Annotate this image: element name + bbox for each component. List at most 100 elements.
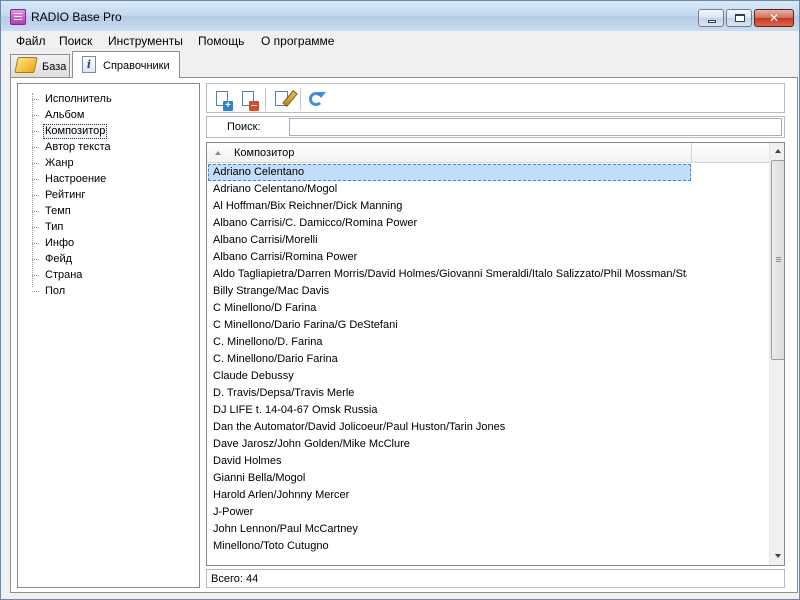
composer-cell: David Holmes (213, 455, 282, 467)
menu-search[interactable]: Поиск (59, 34, 92, 48)
tree-connector (32, 99, 39, 100)
tree-connector (32, 291, 39, 292)
close-button[interactable]: ✕ (754, 9, 794, 27)
maximize-button[interactable] (726, 9, 752, 27)
composer-cell: C. Minellono/Dario Farina (213, 353, 338, 365)
vertical-scrollbar[interactable] (769, 143, 784, 565)
minimize-button[interactable] (698, 9, 724, 27)
tree-guide-line (32, 93, 33, 287)
record-count: Всего: 44 (211, 573, 259, 585)
table-row[interactable]: Harold Arlen/Johnny Mercer (207, 487, 769, 504)
window-title: RADIO Base Pro (31, 10, 122, 24)
tab-base-label: База (42, 61, 67, 73)
table-row[interactable]: David Holmes (207, 453, 769, 470)
grid-header[interactable]: Композитор (207, 143, 769, 163)
column-separator[interactable] (691, 143, 692, 163)
database-icon (14, 57, 38, 73)
reference-tree[interactable]: Исполнитель Альбом Композитор Автор текста Ж… (17, 83, 200, 588)
composer-cell: J-Power (213, 506, 254, 518)
table-row[interactable]: John Lennon/Paul McCartney (207, 521, 769, 538)
add-record-icon (216, 91, 233, 111)
close-icon: ✕ (768, 11, 780, 25)
minimize-icon (708, 20, 716, 23)
table-row[interactable]: C. Minellono/Dario Farina (207, 351, 769, 368)
grip-icon (776, 257, 781, 258)
table-row[interactable]: Dave Jarosz/John Golden/Mike McClure (207, 436, 769, 453)
sort-ascending-icon (215, 151, 221, 155)
composer-cell: C Minellono/Dario Farina/G DeStefani (213, 319, 398, 331)
tree-connector (32, 179, 39, 180)
tab-base[interactable]: База (10, 54, 70, 78)
table-row[interactable]: C. Minellono/D. Farina (207, 334, 769, 351)
table-row[interactable]: C Minellono/D Farina (207, 300, 769, 317)
table-row[interactable]: Aldo Tagliapietra/Darren Morris/David Ho… (207, 266, 769, 283)
table-row[interactable]: J-Power (207, 504, 769, 521)
delete-record-icon (242, 91, 259, 111)
tree-item-label: Композитор (43, 124, 108, 139)
tree-connector (32, 115, 39, 116)
add-button[interactable] (213, 90, 233, 111)
composer-cell: DJ LIFE t. 14-04-67 Omsk Russia (213, 404, 378, 416)
info-icon: i (82, 56, 96, 73)
table-row[interactable]: Billy Strange/Mac Davis (207, 283, 769, 300)
column-header-composer[interactable]: Композитор (234, 147, 294, 159)
table-row[interactable]: C Minellono/Dario Farina/G DeStefani (207, 317, 769, 334)
delete-button[interactable] (239, 90, 259, 111)
splitter[interactable] (202, 83, 205, 588)
edit-record-icon (275, 91, 288, 106)
composer-cell: Al Hoffman/Bix Reichner/Dick Manning (213, 200, 403, 212)
tree-connector (32, 227, 39, 228)
table-row[interactable]: Gianni Bella/Mogol (207, 470, 769, 487)
scroll-thumb[interactable] (771, 160, 784, 360)
edit-button[interactable] (272, 90, 292, 110)
composer-cell: John Lennon/Paul McCartney (213, 523, 358, 535)
composer-grid: Композитор Adriano Celentano Adriano Cele… (206, 142, 785, 566)
composer-cell: Claude Debussy (213, 370, 294, 382)
composer-cell: Albano Carrisi/Morelli (213, 234, 318, 246)
table-row[interactable]: Claude Debussy (207, 368, 769, 385)
tree-item-label: Инфо (45, 237, 75, 249)
tree-connector (32, 259, 39, 260)
composer-cell: Dave Jarosz/John Golden/Mike McClure (213, 438, 410, 450)
title-bar[interactable]: RADIO Base Pro ✕ (1, 1, 799, 31)
menu-about[interactable]: О программе (261, 34, 334, 48)
table-row[interactable]: Minellono/Toto Cutugno (207, 538, 769, 555)
refresh-button[interactable] (307, 90, 327, 110)
scroll-down-button[interactable] (770, 548, 784, 565)
tree-item-label: Исполнитель (45, 93, 112, 105)
table-row[interactable]: DJ LIFE t. 14-04-67 Omsk Russia (207, 402, 769, 419)
composer-cell: C. Minellono/D. Farina (213, 336, 323, 348)
tab-strip: База i Справочники (2, 51, 798, 78)
table-row[interactable]: Albano Carrisi/Morelli (207, 232, 769, 249)
toolbar-separator (265, 88, 266, 110)
table-row[interactable]: Al Hoffman/Bix Reichner/Dick Manning (207, 198, 769, 215)
composer-cell: Gianni Bella/Mogol (213, 472, 306, 484)
composer-cell: Billy Strange/Mac Davis (213, 285, 330, 297)
menu-tools[interactable]: Инструменты (108, 34, 183, 48)
composer-cell: Minellono/Toto Cutugno (213, 540, 329, 552)
composer-cell: Dan the Automator/David Jolicoeur/Paul H… (213, 421, 506, 433)
table-row[interactable]: Albano Carrisi/C. Damicco/Romina Power (207, 215, 769, 232)
app-icon[interactable] (10, 9, 26, 25)
app-window: RADIO Base Pro ✕ Файл Поиск Инструменты … (0, 0, 800, 600)
menu-file[interactable]: Файл (16, 34, 46, 48)
table-row[interactable]: Adriano Celentano/Mogol (207, 181, 769, 198)
menu-help[interactable]: Помощь (198, 34, 244, 48)
tab-content: Исполнитель Альбом Композитор Автор текста Ж… (10, 77, 798, 593)
table-row[interactable]: Albano Carrisi/Romina Power (207, 249, 769, 266)
search-label: Поиск: (227, 121, 261, 133)
table-row[interactable]: Dan the Automator/David Jolicoeur/Paul H… (207, 419, 769, 436)
tree-item-label: Автор текста (45, 141, 111, 153)
scroll-up-button[interactable] (770, 143, 784, 160)
status-bar: Всего: 44 (206, 569, 785, 588)
composer-cell: D. Travis/Depsa/Travis Merle (213, 387, 355, 399)
composer-cell: Adriano Celentano (213, 166, 305, 178)
tree-item-label: Тип (45, 221, 64, 233)
composer-cell: Harold Arlen/Johnny Mercer (213, 489, 350, 501)
tab-references[interactable]: i Справочники (72, 51, 180, 78)
search-input[interactable] (289, 118, 782, 136)
table-row[interactable]: Adriano Celentano (207, 164, 769, 181)
tree-connector (32, 195, 39, 196)
table-row[interactable]: D. Travis/Depsa/Travis Merle (207, 385, 769, 402)
refresh-icon (309, 92, 326, 106)
